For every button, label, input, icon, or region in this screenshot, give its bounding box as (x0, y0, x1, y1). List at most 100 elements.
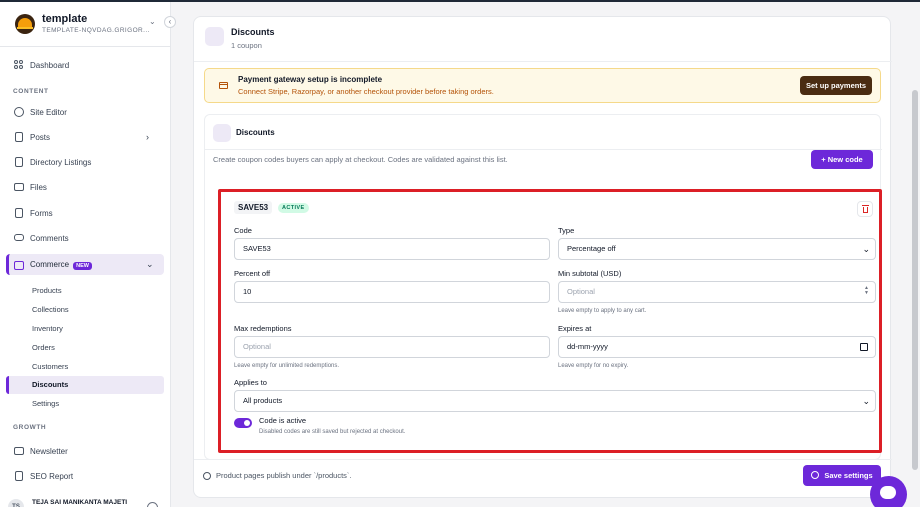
main-panel: Discounts 1 coupon Payment gateway setup… (193, 16, 892, 498)
book-icon (14, 157, 24, 167)
dashboard-icon (14, 60, 24, 70)
comment-icon (14, 233, 24, 243)
sidebar-subitem-products[interactable]: Products (6, 282, 164, 300)
min-subtotal-hint: Leave empty to apply to any cart. (558, 308, 647, 314)
sidebar-item-label: Forms (30, 208, 53, 218)
sidebar-item-commerce[interactable]: Commerce NEW ⌄ (6, 254, 164, 275)
sidebar-item-label: Posts (30, 132, 51, 142)
min-subtotal-input[interactable]: Optional ▲ ▼ (558, 281, 876, 303)
payment-alert: Payment gateway setup is incomplete Conn… (204, 68, 881, 103)
sidebar-subitem-collections[interactable]: Collections (6, 301, 164, 319)
sidebar-item-newsletter[interactable]: Newsletter (6, 441, 164, 461)
section-title: Discounts (236, 128, 275, 137)
applies-to-label: Applies to (234, 378, 267, 387)
sidebar-item-comments[interactable]: Comments (6, 228, 164, 248)
chevron-down-icon: ⌄ (862, 244, 870, 254)
sidebar-item-label: Newsletter (30, 446, 68, 456)
more-icon[interactable] (147, 502, 158, 507)
chevron-right-icon: › (146, 132, 149, 142)
divider (194, 459, 892, 460)
clipboard-icon (14, 208, 24, 218)
max-redemptions-label: Max redemptions (234, 324, 292, 333)
section-label-growth: GROWTH (13, 424, 47, 431)
brand-logo (15, 14, 35, 34)
sidebar-subitem-settings[interactable]: Settings (6, 395, 164, 413)
check-circle-icon (811, 471, 820, 479)
chevron-down-icon: ⌄ (146, 259, 154, 269)
report-icon (14, 471, 24, 481)
sidebar-item-label: Directory Listings (30, 157, 92, 167)
sidebar-item-label: Dashboard (30, 60, 70, 70)
sidebar: template TEMPLATE-NQVDAG.GRIGOR... ⌄ Das… (0, 2, 171, 507)
max-redemptions-input[interactable]: Optional (234, 336, 550, 358)
alert-title: Payment gateway setup is incomplete (238, 75, 383, 84)
avatar: TS (8, 499, 24, 507)
sidebar-item-label: Comments (30, 233, 69, 243)
chevron-down-icon: ⌄ (862, 396, 870, 406)
code-label: Code (234, 226, 252, 235)
globe-icon (203, 471, 211, 480)
sidebar-item-label: SEO Report (30, 471, 74, 481)
percent-off-input[interactable]: 10 (234, 281, 550, 303)
save-settings-button[interactable]: Save settings (803, 465, 881, 486)
sidebar-subitem-customers[interactable]: Customers (6, 358, 164, 376)
set-up-payments-button[interactable]: Set up payments (800, 76, 872, 95)
type-select[interactable]: Percentage off ⌄ (558, 238, 876, 260)
folder-icon (14, 182, 24, 192)
sidebar-item-directory-listings[interactable]: Directory Listings (6, 152, 164, 172)
sidebar-item-files[interactable]: Files (6, 177, 164, 197)
new-badge: NEW (73, 262, 92, 270)
scrollbar[interactable] (912, 90, 918, 470)
user-name: TEJA SAI MANIKANTA MAJETI (32, 499, 128, 506)
applies-to-select[interactable]: All products ⌄ (234, 390, 876, 412)
sidebar-subitem-inventory[interactable]: Inventory (6, 320, 164, 338)
new-code-button[interactable]: + New code (811, 150, 873, 169)
sidebar-subitem-orders[interactable]: Orders (6, 339, 164, 357)
sidebar-item-label: Site Editor (30, 107, 67, 117)
divider (0, 46, 171, 47)
active-toggle-label: Code is active (259, 416, 307, 425)
page-title: Discounts (231, 27, 275, 37)
document-icon (14, 132, 24, 142)
section-label-content: CONTENT (13, 88, 49, 95)
tag-icon (213, 124, 231, 142)
user-menu[interactable]: TS TEJA SAI MANIKANTA MAJETI (8, 498, 168, 507)
brand-name: template (42, 13, 88, 25)
sidebar-item-seo-report[interactable]: SEO Report (6, 466, 164, 486)
brand-subtitle: TEMPLATE-NQVDAG.GRIGOR... (42, 27, 150, 34)
expires-at-label: Expires at (558, 324, 592, 333)
divider (194, 61, 892, 62)
percent-off-label: Percent off (234, 269, 271, 278)
footer-note: Product pages publish under `/products`. (203, 471, 352, 480)
sidebar-item-label: Commerce NEW (30, 260, 146, 270)
delete-coupon-button[interactable] (857, 201, 873, 217)
sidebar-item-posts[interactable]: Posts › (6, 127, 164, 147)
stepper-icon[interactable]: ▲ ▼ (864, 286, 869, 296)
discounts-card: Discounts Create coupon codes buyers can… (204, 114, 882, 460)
workspace-switcher[interactable]: template TEMPLATE-NQVDAG.GRIGOR... ⌄ (15, 12, 165, 42)
palette-icon (14, 107, 24, 117)
sidebar-item-label: Files (30, 182, 47, 192)
sidebar-item-forms[interactable]: Forms (6, 203, 164, 223)
sidebar-item-site-editor[interactable]: Site Editor (6, 102, 164, 122)
tag-icon (205, 27, 224, 46)
chevron-updown-icon: ⌄ (149, 17, 156, 26)
min-subtotal-label: Min subtotal (USD) (558, 269, 622, 278)
code-input[interactable]: SAVE53 (234, 238, 550, 260)
sidebar-item-dashboard[interactable]: Dashboard (6, 55, 164, 75)
expires-at-input[interactable]: dd-mm-yyyy (558, 336, 876, 358)
calendar-icon[interactable] (860, 343, 868, 351)
active-toggle[interactable] (234, 418, 252, 428)
page-subtitle: 1 coupon (231, 41, 262, 50)
collapse-sidebar-button[interactable]: ‹ (164, 16, 176, 28)
type-label: Type (558, 226, 575, 235)
sidebar-subitem-discounts[interactable]: Discounts (6, 376, 164, 394)
coupon-code-pill: SAVE53 (234, 201, 273, 214)
divider (205, 149, 882, 150)
status-badge: ACTIVE (278, 203, 309, 213)
expires-at-hint: Leave empty for no expiry. (558, 363, 629, 369)
mail-icon (14, 446, 24, 456)
coupon-editor: SAVE53 ACTIVE Code SAVE53 Type Percentag… (218, 189, 882, 453)
shopping-bag-icon (14, 260, 24, 270)
chat-button[interactable] (870, 476, 907, 507)
